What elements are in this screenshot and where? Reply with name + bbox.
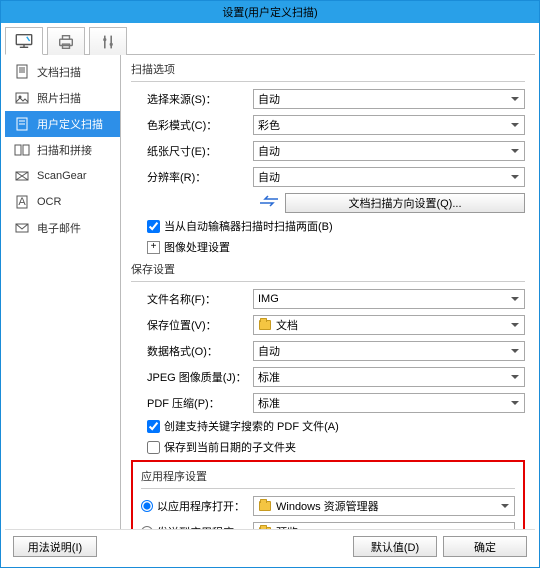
tab-from-printer[interactable] (47, 27, 85, 55)
send-app-select[interactable]: 预览 (253, 522, 515, 530)
tab-from-pc[interactable] (5, 27, 43, 55)
color-label: 色彩模式(C)： (147, 117, 253, 133)
custom-scan-icon (13, 116, 31, 132)
settings-window: 设置(用户定义扫描) 文档扫描 照片扫描 (0, 0, 540, 568)
resolution-label: 分辨率(R)： (147, 169, 253, 185)
sidebar-item-label: 照片扫描 (37, 90, 81, 106)
footer: 用法说明(I) 默认值(D) 确定 (5, 529, 535, 563)
subfolder-input[interactable] (147, 441, 160, 454)
source-label: 选择来源(S)： (147, 91, 253, 107)
window-content: 文档扫描 照片扫描 用户定义扫描 扫描和拼接 ScanGear (1, 23, 539, 567)
sidebar-item-label: 电子邮件 (37, 220, 81, 236)
app-settings-highlight: 应用程序设置 以应用程序打开： Windows 资源管理器 发送到应用程序： (131, 460, 525, 529)
sidebar-item-email[interactable]: 电子邮件 (5, 215, 120, 241)
tab-preferences[interactable] (89, 27, 127, 55)
sidebar-item-scangear[interactable]: ScanGear (5, 163, 120, 189)
paper-label: 纸张尺寸(E)： (147, 143, 253, 159)
stitch-icon (13, 142, 31, 158)
help-button[interactable]: 用法说明(I) (13, 536, 97, 557)
pdf-label: PDF 压缩(P)： (147, 395, 253, 411)
sidebar-item-document-scan[interactable]: 文档扫描 (5, 59, 120, 85)
source-select[interactable]: 自动 (253, 89, 525, 109)
folder-icon (258, 318, 272, 332)
subfolder-checkbox[interactable]: 保存到当前日期的子文件夹 (147, 439, 525, 455)
window-title: 设置(用户定义扫描) (222, 4, 317, 20)
jpeg-select[interactable]: 标准 (253, 367, 525, 387)
svg-text:A: A (18, 196, 26, 208)
sidebar-item-custom-scan[interactable]: 用户定义扫描 (5, 111, 120, 137)
auto-duplex-checkbox[interactable]: 当从自动输稿器扫描时扫描两面(B) (147, 218, 525, 234)
app-settings-title: 应用程序设置 (141, 468, 515, 484)
orientation-swap-icon[interactable] (253, 194, 285, 211)
open-with-radio[interactable]: 以应用程序打开： (141, 498, 253, 514)
sidebar-item-photo-scan[interactable]: 照片扫描 (5, 85, 120, 111)
document-scan-icon (13, 64, 31, 80)
toolbar (5, 27, 535, 55)
location-select[interactable]: 文档 (253, 315, 525, 335)
filename-label: 文件名称(F)： (147, 291, 253, 307)
ocr-icon: A (13, 194, 31, 210)
pdf-select[interactable]: 标准 (253, 393, 525, 413)
ok-button[interactable]: 确定 (443, 536, 527, 557)
color-select[interactable]: 彩色 (253, 115, 525, 135)
pdf-keyword-checkbox[interactable]: 创建支持关键字搜索的 PDF 文件(A) (147, 418, 525, 434)
resolution-select[interactable]: 自动 (253, 167, 525, 187)
sidebar-item-label: OCR (37, 196, 61, 208)
sidebar-item-stitch[interactable]: 扫描和拼接 (5, 137, 120, 163)
main-panel: 扫描选项 选择来源(S)： 自动 色彩模式(C)： 彩色 纸张尺寸(E)： 自动 (121, 55, 535, 529)
sidebar-item-label: 扫描和拼接 (37, 142, 92, 158)
sidebar-item-ocr[interactable]: A OCR (5, 189, 120, 215)
sliders-icon (101, 34, 115, 50)
open-with-select[interactable]: Windows 资源管理器 (253, 496, 515, 516)
email-icon (13, 220, 31, 236)
body: 文档扫描 照片扫描 用户定义扫描 扫描和拼接 ScanGear (5, 55, 535, 529)
plus-icon: + (147, 241, 160, 254)
image-processing-expander[interactable]: + 图像处理设置 (147, 239, 525, 255)
filename-select[interactable]: IMG (253, 289, 525, 309)
folder-icon (258, 499, 272, 513)
monitor-icon (15, 34, 33, 48)
sidebar-item-label: 文档扫描 (37, 64, 81, 80)
photo-scan-icon (13, 90, 31, 106)
paper-select[interactable]: 自动 (253, 141, 525, 161)
scan-options-title: 扫描选项 (131, 61, 525, 77)
location-label: 保存位置(V)： (147, 317, 253, 333)
sidebar: 文档扫描 照片扫描 用户定义扫描 扫描和拼接 ScanGear (5, 55, 121, 529)
defaults-button[interactable]: 默认值(D) (353, 536, 437, 557)
format-label: 数据格式(O)： (147, 343, 253, 359)
jpeg-label: JPEG 图像质量(J)： (147, 369, 253, 385)
titlebar: 设置(用户定义扫描) (1, 1, 539, 23)
sidebar-item-label: ScanGear (37, 170, 87, 182)
folder-icon (258, 525, 272, 530)
save-settings-title: 保存设置 (131, 261, 525, 277)
orientation-button[interactable]: 文档扫描方向设置(Q)... (285, 193, 525, 213)
format-select[interactable]: 自动 (253, 341, 525, 361)
printer-icon (57, 35, 75, 49)
sidebar-item-label: 用户定义扫描 (37, 116, 103, 132)
pdf-keyword-input[interactable] (147, 420, 160, 433)
auto-duplex-input[interactable] (147, 220, 160, 233)
scangear-icon (13, 168, 31, 184)
